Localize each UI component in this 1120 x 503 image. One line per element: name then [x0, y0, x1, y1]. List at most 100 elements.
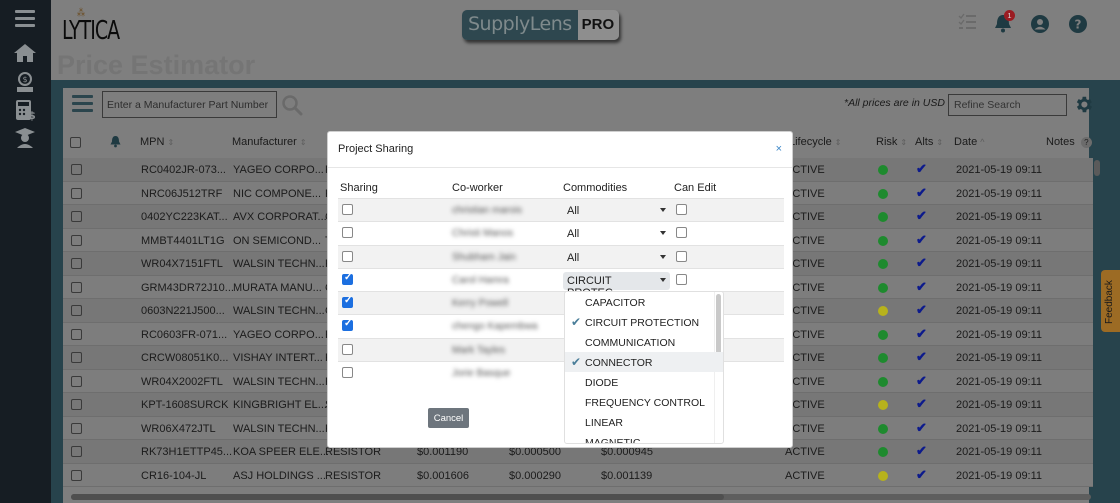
column-header-date[interactable]: Date ^ — [954, 136, 984, 148]
alts-check-icon[interactable]: ✔ — [916, 420, 927, 436]
can-edit-checkbox[interactable] — [676, 204, 687, 215]
mpn-cell[interactable]: 0603N221J500... — [141, 305, 225, 317]
gear-icon[interactable] — [1073, 94, 1094, 120]
commodities-select[interactable]: All — [563, 225, 670, 243]
sharing-checkbox[interactable] — [342, 318, 353, 332]
commodity-option[interactable]: COMMUNICATION — [565, 332, 723, 352]
commodities-select[interactable]: All — [563, 202, 670, 220]
feedback-tab[interactable]: Feedback — [1101, 270, 1120, 332]
manufacturer-cell: WALSIN TECHN... — [233, 422, 325, 435]
alts-check-icon[interactable]: ✔ — [916, 232, 927, 248]
date-cell: 2021-05-19 09:11 — [956, 281, 1043, 294]
refine-search-input[interactable] — [948, 94, 1067, 116]
user-account-icon[interactable] — [1031, 15, 1049, 38]
row-checkbox[interactable] — [71, 258, 82, 269]
row-checkbox[interactable] — [71, 352, 82, 363]
scrollbar-thumb[interactable] — [71, 494, 724, 500]
alts-check-icon[interactable]: ✔ — [916, 396, 927, 412]
mpn-cell[interactable]: CRCW08051K0... — [141, 352, 228, 364]
mpn-cell[interactable]: RC0603FR-071... — [141, 329, 227, 341]
alts-check-icon[interactable]: ✔ — [916, 467, 927, 483]
commodity-option[interactable]: MAGNETIC — [565, 432, 723, 443]
table-horizontal-scrollbar[interactable] — [71, 494, 1091, 500]
coworker-name: Jorie Basque — [452, 368, 511, 380]
sharing-checkbox[interactable] — [342, 250, 353, 262]
row-checkbox[interactable] — [71, 399, 82, 410]
sharing-checkbox[interactable] — [342, 343, 353, 355]
alts-check-icon[interactable]: ✔ — [916, 373, 927, 389]
cancel-button[interactable]: Cancel — [428, 408, 469, 428]
help-icon[interactable]: ? — [1069, 15, 1087, 38]
alts-check-icon[interactable]: ✔ — [916, 302, 927, 318]
row-checkbox[interactable] — [71, 211, 82, 222]
mpn-cell[interactable]: MMBT4401LT1G — [141, 235, 225, 247]
select-all-checkbox[interactable] — [70, 137, 81, 148]
mpn-cell[interactable]: RK73H1ETTP45... — [141, 446, 232, 458]
row-checkbox[interactable] — [71, 446, 82, 457]
home-icon[interactable] — [12, 41, 38, 65]
money-bag-icon[interactable]: $ — [12, 70, 38, 94]
mpn-cell[interactable]: RC0402JR-073... — [141, 164, 226, 176]
row-checkbox[interactable] — [71, 234, 82, 246]
header-can-edit: Can Edit — [674, 182, 717, 194]
row-checkbox[interactable] — [71, 422, 82, 434]
sort-ascending-icon: ^ — [980, 137, 985, 147]
row-checkbox[interactable] — [71, 305, 82, 316]
alts-check-icon[interactable]: ✔ — [916, 349, 927, 365]
search-icon[interactable] — [281, 94, 303, 121]
column-header-risk[interactable]: Risk ⇕ — [876, 136, 907, 148]
can-edit-checkbox[interactable] — [676, 250, 687, 262]
alts-check-icon[interactable]: ✔ — [916, 185, 927, 201]
mpn-cell[interactable]: WR04X2002FTL — [141, 376, 223, 388]
commodity-option[interactable]: LINEAR — [565, 412, 723, 432]
commodity-option[interactable]: CAPACITOR — [565, 292, 723, 312]
mpn-cell[interactable]: NRC06J512TRF — [141, 188, 222, 200]
commodity-option[interactable]: ✔ CIRCUIT PROTECTION — [565, 312, 723, 332]
column-header-alts[interactable]: Alts ⇕ — [915, 136, 943, 148]
mpn-cell[interactable]: WR04X7151FTL — [141, 258, 223, 270]
can-edit-checkbox[interactable] — [676, 227, 687, 239]
alts-check-icon[interactable]: ✔ — [916, 161, 927, 177]
row-checkbox[interactable] — [71, 469, 82, 481]
table-menu-icon[interactable] — [72, 95, 93, 113]
task-list-icon[interactable] — [958, 12, 977, 37]
column-header-lifecycle[interactable]: Lifecycle ⇕ — [789, 136, 842, 148]
sharing-checkbox[interactable] — [342, 295, 353, 309]
mpn-cell[interactable]: KPT-1608SURCK — [141, 399, 228, 411]
hamburger-menu-icon[interactable] — [12, 6, 38, 30]
alts-check-icon[interactable]: ✔ — [916, 326, 927, 342]
column-header-mpn[interactable]: MPN ⇕ — [140, 136, 174, 148]
sharing-checkbox[interactable] — [342, 272, 353, 285]
table-row[interactable]: CR16-104-JL ASJ HOLDINGS ... RESISTOR $0.00… — [63, 463, 1093, 487]
mpn-cell[interactable]: GRM43DR72J10... — [141, 282, 234, 294]
commodities-select[interactable]: All — [563, 249, 670, 267]
mpn-cell[interactable]: 0402YC223KAT... — [141, 211, 228, 223]
table-vertical-scrollbar[interactable] — [1094, 160, 1100, 176]
commodity-option[interactable]: FREQUENCY CONTROL — [565, 392, 723, 412]
alts-check-icon[interactable]: ✔ — [916, 255, 927, 271]
alts-check-icon[interactable]: ✔ — [916, 443, 927, 459]
calculator-dollar-icon[interactable]: $ — [12, 98, 38, 122]
row-checkbox[interactable] — [71, 164, 82, 175]
graduate-user-icon[interactable] — [12, 126, 38, 150]
mpn-cell[interactable]: CR16-104-JL — [141, 470, 206, 482]
commodity-option[interactable]: DIODE — [565, 372, 723, 392]
notes-help-icon[interactable]: ? — [1080, 137, 1092, 148]
row-checkbox[interactable] — [71, 328, 82, 340]
column-header-manufacturer[interactable]: Manufacturer ⇕ — [232, 136, 307, 148]
alts-check-icon[interactable]: ✔ — [916, 208, 927, 224]
row-checkbox[interactable] — [71, 281, 82, 293]
sharing-checkbox[interactable] — [342, 204, 353, 215]
close-icon[interactable]: × — [776, 143, 782, 155]
commodities-select[interactable]: CIRCUIT PROTEC... — [563, 271, 670, 299]
sharing-checkbox[interactable] — [342, 367, 353, 379]
sharing-checkbox[interactable] — [342, 227, 353, 239]
commodity-option[interactable]: ✔ CONNECTOR — [565, 352, 723, 372]
mpn-search-input[interactable] — [102, 91, 277, 118]
notifications-bell-icon[interactable]: 1 — [993, 10, 1015, 39]
row-checkbox[interactable] — [71, 187, 82, 199]
row-checkbox[interactable] — [71, 375, 82, 387]
alts-check-icon[interactable]: ✔ — [916, 279, 927, 295]
can-edit-checkbox[interactable] — [676, 273, 687, 285]
mpn-cell[interactable]: WR06X472JTL — [141, 423, 216, 435]
